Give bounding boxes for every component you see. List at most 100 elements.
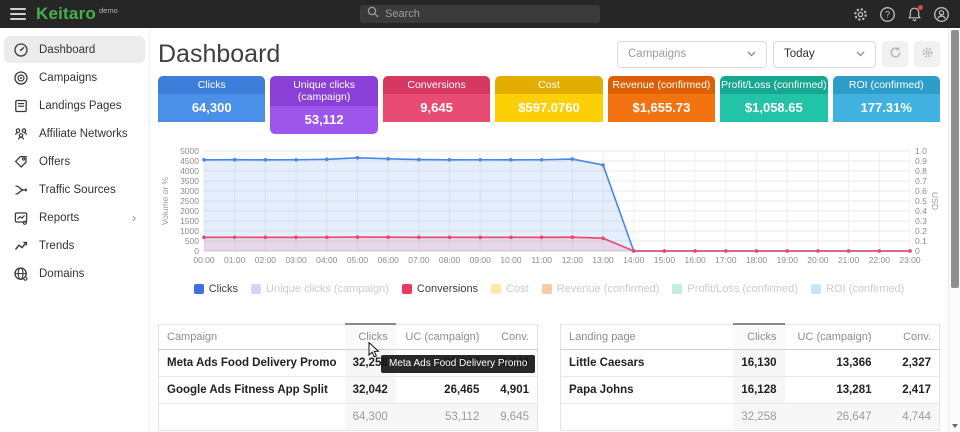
svg-text:20:00: 20:00 xyxy=(807,255,829,265)
date-range-select[interactable]: Today xyxy=(773,41,876,68)
clicks-value: 16,130 xyxy=(733,350,784,377)
clicks-value: 32,042 xyxy=(345,377,396,404)
legend-label: Profit/Loss (confirmed) xyxy=(687,283,798,295)
legend-item-clicks[interactable]: Clicks xyxy=(194,283,238,295)
column-header-uc[interactable]: UC (campaign) xyxy=(785,324,880,350)
metric-card-cost[interactable]: Cost $597.0760 xyxy=(495,76,602,134)
clicks-value: 16,128 xyxy=(733,377,784,404)
metric-card-unique-clicks[interactable]: Unique clicks (campaign) 53,112 xyxy=(270,76,377,134)
svg-text:02:00: 02:00 xyxy=(255,255,277,265)
sidebar-item-label: Traffic Sources xyxy=(39,184,116,196)
scrollbar-down-arrow-icon[interactable] xyxy=(952,424,958,428)
legend-swatch xyxy=(672,284,682,294)
landing-pages-table: Landing page Clicks UC (campaign) Conv. … xyxy=(560,323,940,431)
topbar-actions: ? xyxy=(851,0,950,28)
svg-text:04:00: 04:00 xyxy=(316,255,338,265)
sidebar-item-traffic-sources[interactable]: Traffic Sources xyxy=(4,176,145,203)
gear-icon[interactable] xyxy=(851,5,869,23)
gear-icon xyxy=(921,46,934,62)
legend-item-profit-loss[interactable]: Profit/Loss (confirmed) xyxy=(672,283,798,295)
sidebar-item-trends[interactable]: Trends xyxy=(4,232,145,259)
sidebar-item-affiliate-networks[interactable]: Affiliate Networks xyxy=(4,120,145,147)
column-header-conv[interactable]: Conv. xyxy=(880,324,940,350)
campaign-name[interactable]: Google Ads Fitness App Split xyxy=(159,377,345,404)
table-row[interactable]: Little Caesars 16,130 13,366 2,327 xyxy=(561,350,940,377)
traffic-chart[interactable]: 00:0001:0002:0003:0004:0005:0006:0007:00… xyxy=(158,143,940,278)
legend-item-conversions[interactable]: Conversions xyxy=(402,283,478,295)
sidebar-item-landings-pages[interactable]: Landings Pages xyxy=(4,92,145,119)
date-range-value: Today xyxy=(784,48,815,60)
sidebar-item-label: Trends xyxy=(39,240,74,252)
sidebar-item-offers[interactable]: Offers xyxy=(4,148,145,175)
metric-card-roi[interactable]: ROI (confirmed) 177.31% xyxy=(833,76,940,134)
column-header-campaign[interactable]: Campaign xyxy=(159,324,345,350)
tag-icon xyxy=(13,154,29,170)
column-header-landing-page[interactable]: Landing page xyxy=(561,324,734,350)
row-hover-tooltip: Meta Ads Food Delivery Promo xyxy=(381,355,535,373)
report-icon xyxy=(13,210,29,226)
scrollbar-thumb[interactable] xyxy=(951,30,959,288)
totals-clicks: 64,300 xyxy=(345,404,396,431)
legend-item-cost[interactable]: Cost xyxy=(491,283,529,295)
metric-value: 53,112 xyxy=(270,106,377,134)
uc-value: 13,281 xyxy=(785,377,880,404)
chart-legend: Clicks Unique clicks (campaign) Conversi… xyxy=(158,283,940,295)
help-icon[interactable]: ? xyxy=(878,5,896,23)
campaigns-filter-select[interactable]: Campaigns xyxy=(617,41,767,68)
global-search[interactable] xyxy=(360,5,600,23)
landing-page-name[interactable]: Little Caesars xyxy=(561,350,734,377)
sidebar-item-label: Affiliate Networks xyxy=(39,128,128,140)
svg-text:06:00: 06:00 xyxy=(378,255,400,265)
svg-text:0.7: 0.7 xyxy=(915,176,927,186)
dashboard-settings-button[interactable] xyxy=(914,41,940,67)
table-row[interactable]: Google Ads Fitness App Split 32,042 26,4… xyxy=(159,377,538,404)
sidebar-item-dashboard[interactable]: Dashboard xyxy=(4,36,145,63)
column-header-clicks[interactable]: Clicks xyxy=(733,324,784,350)
conv-value: 2,327 xyxy=(880,350,940,377)
legend-label: Cost xyxy=(506,283,529,295)
hamburger-menu-icon[interactable] xyxy=(0,0,30,28)
sidebar-item-domains[interactable]: Domains xyxy=(4,260,145,287)
svg-text:16:00: 16:00 xyxy=(684,255,706,265)
metric-card-revenue[interactable]: Revenue (confirmed) $1,655.73 xyxy=(608,76,715,134)
svg-text:09:00: 09:00 xyxy=(470,255,492,265)
table-header-row: Campaign Clicks UC (campaign) Conv. xyxy=(159,324,538,350)
svg-text:18:00: 18:00 xyxy=(746,255,768,265)
sidebar-item-label: Landings Pages xyxy=(39,100,121,112)
svg-text:Volume or %: Volume or % xyxy=(160,176,170,225)
table-row[interactable]: Papa Johns 16,128 13,281 2,417 xyxy=(561,377,940,404)
legend-item-roi[interactable]: ROI (confirmed) xyxy=(811,283,904,295)
sidebar-item-label: Domains xyxy=(39,268,84,280)
table-totals-row: 64,300 53,112 9,645 xyxy=(159,404,538,431)
notifications-icon[interactable] xyxy=(905,5,923,23)
column-header-uc[interactable]: UC (campaign) xyxy=(396,324,488,350)
svg-text:07:00: 07:00 xyxy=(408,255,430,265)
svg-text:3500: 3500 xyxy=(180,176,199,186)
keitaro-dashboard-page: { "topbar": { "logo": "Keitaro", "logo_s… xyxy=(0,0,960,432)
landing-page-name[interactable]: Papa Johns xyxy=(561,377,734,404)
svg-text:0.6: 0.6 xyxy=(915,186,927,196)
search-input[interactable] xyxy=(385,8,593,20)
sidebar-item-campaigns[interactable]: Campaigns xyxy=(4,64,145,91)
svg-text:0: 0 xyxy=(915,246,920,256)
sidebar: Dashboard Campaigns Landings Pages Affil… xyxy=(0,28,150,432)
sidebar-item-reports[interactable]: Reports › xyxy=(4,204,145,231)
legend-item-revenue[interactable]: Revenue (confirmed) xyxy=(542,283,660,295)
page-scrollbar[interactable] xyxy=(948,28,960,432)
refresh-icon xyxy=(889,46,902,62)
profile-icon[interactable] xyxy=(932,5,950,23)
column-header-conv[interactable]: Conv. xyxy=(487,324,537,350)
metric-card-conversions[interactable]: Conversions 9,645 xyxy=(383,76,490,134)
metric-value: $1,655.73 xyxy=(608,94,715,122)
svg-text:00:00: 00:00 xyxy=(193,255,215,265)
sidebar-item-label: Offers xyxy=(39,156,70,168)
uc-value: 26,465 xyxy=(396,377,488,404)
metric-card-clicks[interactable]: Clicks 64,300 xyxy=(158,76,265,134)
legend-item-unique-clicks[interactable]: Unique clicks (campaign) xyxy=(251,283,389,295)
chevron-down-icon xyxy=(856,48,865,60)
metric-card-profit-loss[interactable]: Profit/Loss (confirmed) $1,058.65 xyxy=(720,76,827,134)
campaign-name[interactable]: Meta Ads Food Delivery Promo xyxy=(159,350,345,377)
metric-value: $597.0760 xyxy=(495,94,602,122)
refresh-button[interactable] xyxy=(882,41,908,67)
line-chart[interactable]: 00:0001:0002:0003:0004:0005:0006:0007:00… xyxy=(158,143,940,273)
